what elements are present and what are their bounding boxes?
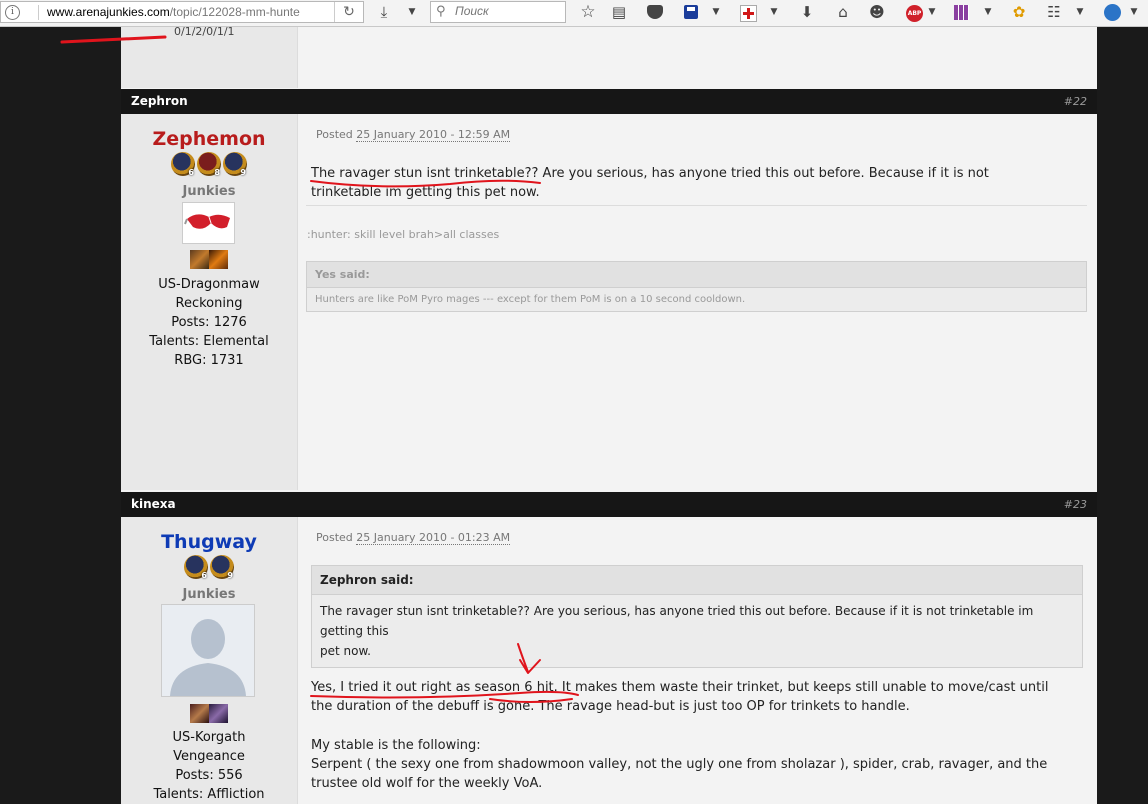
talents-text: Talents: Elemental [149,334,269,349]
rank-badges: 69 [121,555,297,580]
post-date: Posted 25 January 2010 - 01:23 AM [316,531,511,545]
user-info: US-Dragonmaw Reckoning Posts: 1276 Talen… [121,275,297,370]
post-number[interactable]: #22 [1064,95,1087,108]
browser-toolbar: i www.arenajunkies.com/topic/122028-mm-h… [0,0,1148,27]
guild-text: Vengeance [173,749,245,764]
user-group: Junkies [182,184,236,199]
arena-badge-icon: 6 [184,555,208,580]
signature-quote: Yes said: Hunters are like PoM Pyro mage… [306,261,1087,312]
quote-header: Yes said: [307,262,1086,288]
fire-spec-icon [209,250,228,269]
address-bar[interactable]: i www.arenajunkies.com/topic/122028-mm-h… [0,1,364,23]
dropdown-arrow-icon[interactable]: ▼ [1074,3,1086,21]
post-body-stable: My stable is the following: Serpent ( th… [311,738,1048,791]
rbg-text: RBG: 1731 [174,353,244,368]
post-date-link[interactable]: 25 January 2010 - 12:59 AM [356,128,511,142]
sunglasses-avatar-icon [183,203,234,243]
urlbar-separator [38,5,39,20]
rank-badges: 689 [121,152,297,177]
quote-header: Zephron said: [312,566,1082,595]
dropdown-arrow-icon[interactable]: ▼ [710,3,722,21]
affliction-spec-icon [209,704,228,723]
avatar[interactable] [182,202,235,244]
pocket-icon[interactable] [647,5,663,19]
dropdown-arrow-icon[interactable]: ▼ [1128,3,1140,21]
arena-badge-icon: 8 [197,152,221,177]
dropdown-arrow-icon[interactable]: ▼ [982,3,994,21]
bookmark-star-icon[interactable]: ☆ [578,3,598,21]
chat-icon[interactable]: ☻ [868,3,886,21]
signature-divider [306,205,1087,206]
truncated-info-text: 0/1/2/0/1/1 [174,25,235,38]
download-icon[interactable]: ⤓ [374,3,394,21]
guild-text: Reckoning [175,296,243,311]
search-icon: ⚲ [436,4,446,19]
talents-text: Talents: Affliction [153,787,265,802]
search-input[interactable] [455,4,555,18]
post-count-text: Posts: 556 [175,768,243,783]
username[interactable]: Thugway [121,531,297,553]
dropdown-arrow-icon[interactable]: ▼ [926,3,938,21]
avatar[interactable] [161,604,255,697]
username[interactable]: Zephemon [121,128,297,150]
site-info-icon[interactable]: i [5,5,20,20]
post-body: The ravager stun isnt trinketable?? Are … [311,166,989,200]
post-body: Yes, I tried it out right as season 6 hi… [311,680,1049,714]
default-avatar-icon [162,605,254,696]
first-aid-icon[interactable] [740,5,757,22]
dropdown-arrow-icon[interactable]: ▼ [768,3,780,21]
clipboard-icon[interactable]: ☷ [1046,3,1062,21]
url-text[interactable]: www.arenajunkies.com/topic/122028-mm-hun… [47,5,300,19]
poster-name[interactable]: Zephron [131,94,188,108]
user-group: Junkies [182,587,236,602]
signature: :hunter: skill level brah>all classes [307,228,500,241]
extension-blue-icon[interactable] [1104,4,1121,21]
poster-name[interactable]: kinexa [131,497,176,511]
post-date: Posted 25 January 2010 - 12:59 AM [316,128,511,142]
dropdown-arrow-icon[interactable]: ▼ [406,3,418,21]
reload-icon[interactable]: ↻ [334,2,363,22]
save-page-icon[interactable] [684,5,698,19]
download-arrow-icon[interactable]: ⬇ [798,3,816,21]
class-icons [121,250,297,269]
apps-grid-icon[interactable] [954,5,969,20]
post-number[interactable]: #23 [1064,498,1087,511]
realm-text: US-Korgath [172,730,246,745]
quote-block: Zephron said: The ravager stun isnt trin… [311,565,1083,668]
class-icons [121,704,297,723]
adblock-icon[interactable]: ABP [906,5,923,22]
search-box[interactable]: ⚲ [430,1,566,23]
realm-text: US-Dragonmaw [158,277,260,292]
forum-page: 0/1/2/0/1/1 Zephron #22 Zephemon 689 Jun… [121,25,1097,804]
quote-body: Hunters are like PoM Pyro mages --- exce… [315,294,746,305]
shaman-class-icon [190,250,209,269]
arena-badge-icon: 9 [223,152,247,177]
post-count-text: Posts: 1276 [171,315,247,330]
bookmarks-list-icon[interactable]: ▤ [610,3,628,21]
warlock-class-icon [190,704,209,723]
user-info: US-Korgath Vengeance Posts: 556 Talents:… [121,728,297,804]
arena-badge-icon: 9 [210,555,234,580]
home-icon[interactable]: ⌂ [834,3,852,21]
post-header: kinexa #23 [121,492,1097,517]
quote-body: The ravager stun isnt trinketable?? Are … [320,604,1034,658]
post-date-link[interactable]: 25 January 2010 - 01:23 AM [356,531,511,545]
post-header: Zephron #22 [121,89,1097,114]
arena-badge-icon: 6 [171,152,195,177]
colorful-extension-icon[interactable]: ✿ [1010,3,1028,21]
